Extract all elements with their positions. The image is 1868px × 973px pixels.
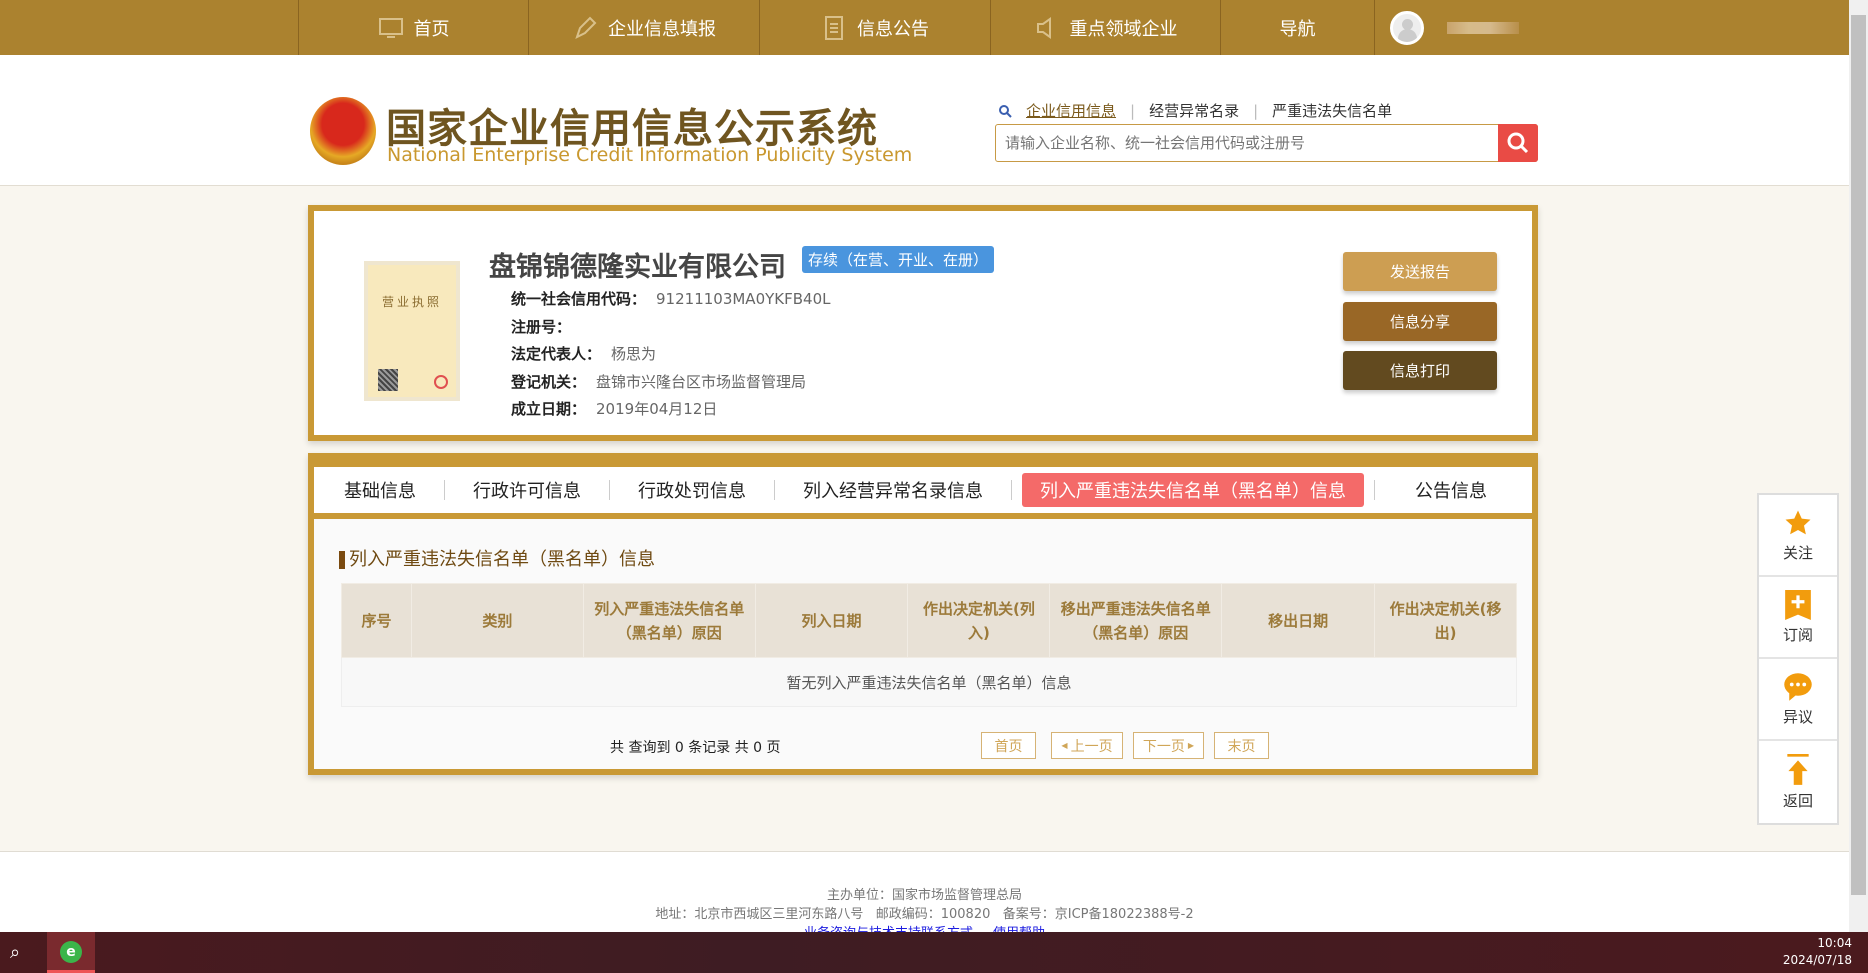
pen-icon [575,16,597,39]
nav-label: 企业信息填报 [608,18,716,40]
company-summary-card: 营业执照 盘锦锦德隆实业有限公司 存续（在营、开业、在册） 统一社会信用代码： 9… [308,205,1538,441]
site-title-en: National Enterprise Credit Information P… [387,144,913,166]
empty-message: 暂无列入严重违法失信名单（黑名单）信息 [341,657,1517,707]
send-report-button[interactable]: 发送报告 [1343,252,1497,291]
nav-navigation[interactable]: 导航 [1220,0,1375,55]
footer: 主办单位：国家市场监督管理总局 地址：北京市西城区三里河东路八号 邮政编码：10… [0,851,1849,941]
reg-number-row: 注册号： [511,318,572,336]
search-icon [999,104,1012,118]
browser-taskbar-button[interactable]: e [47,932,95,973]
speaker-icon [1036,16,1051,39]
nav-key-sectors[interactable]: 重点领域企业 [990,0,1220,55]
subscribe-button[interactable]: 订阅 [1759,577,1837,659]
document-icon [825,15,843,40]
last-page-button[interactable]: 末页 [1214,732,1269,759]
column-header: 列入日期 [754,583,909,658]
established-date-row: 成立日期： 2019年04月12日 [511,400,718,418]
caret-left-icon: ◀ [1061,741,1068,750]
section-title: 列入严重违法失信名单（黑名单）信息 [339,551,655,569]
follow-button[interactable]: 关注 [1759,495,1837,577]
bookmark-plus-icon [1785,589,1811,620]
legal-rep-row: 法定代表人： 杨思为 [511,345,657,363]
company-name: 盘锦锦德隆实业有限公司 [489,252,786,283]
blacklist-table: 序号 类别 列入严重违法失信名单（黑名单）原因 列入日期 作出决定机关(列入) … [341,583,1517,707]
username-blurred [1447,22,1519,34]
search-icon [1507,132,1529,154]
tab-abnormal-list[interactable]: 列入经营异常名录信息 [785,473,1001,507]
detail-tabs: 基础信息 行政许可信息 行政处罚信息 列入经营异常名录信息 列入严重违法失信名单… [314,459,1532,519]
site-header [0,55,1849,186]
nav-label: 导航 [1279,18,1316,40]
search-icon[interactable]: ⌕ [10,942,20,963]
star-icon [1785,510,1811,534]
back-to-top-icon [1787,753,1809,785]
vertical-scrollbar[interactable] [1849,0,1868,932]
search-link-credit[interactable]: 企业信用信息 [1026,100,1116,121]
tab-blacklist[interactable]: 列入严重违法失信名单（黑名单）信息 [1022,473,1364,507]
monitor-icon [378,17,403,38]
column-header: 移出日期 [1221,583,1376,658]
top-nav: 首页 企业信息填报 信息公告 重点领域企业 导航 [0,0,1849,55]
browser-icon: e [60,941,82,963]
details-card: 基础信息 行政许可信息 行政处罚信息 列入经营异常名录信息 列入严重违法失信名单… [308,453,1538,775]
tab-admin-penalty[interactable]: 行政处罚信息 [620,473,764,507]
nav-home[interactable]: 首页 [298,0,528,55]
back-to-top-button[interactable]: 返回 [1759,741,1837,823]
chat-icon [1784,672,1812,701]
reg-authority-row: 登记机关： 盘锦市兴隆台区市场监督管理局 [511,373,807,391]
search-input[interactable] [996,125,1491,161]
user-avatar[interactable] [1390,11,1424,45]
nav-enterprise-report[interactable]: 企业信息填报 [528,0,759,55]
pagination-summary: 共 查询到 0 条记录 共 0 页 [610,740,781,756]
business-license-image[interactable]: 营业执照 [364,261,460,401]
tab-announcement[interactable]: 公告信息 [1397,473,1505,507]
nav-label: 重点领域企业 [1069,18,1178,40]
share-info-button[interactable]: 信息分享 [1343,302,1497,341]
footer-sponsor: 主办单位：国家市场监督管理总局 [826,888,1022,903]
status-badge: 存续（在营、开业、在册） [802,246,995,273]
search-type-links: 企业信用信息 | 经营异常名录 | 严重违法失信名单 [998,100,1392,121]
column-header: 移出严重违法失信名单（黑名单）原因 [1049,583,1223,658]
nav-label: 信息公告 [857,18,929,40]
tab-admin-license[interactable]: 行政许可信息 [455,473,599,507]
objection-button[interactable]: 异议 [1759,659,1837,741]
table-row: 暂无列入严重违法失信名单（黑名单）信息 [341,657,1517,707]
search-box [995,124,1538,162]
scrollbar-thumb[interactable] [1851,15,1866,895]
prev-page-button[interactable]: ◀ 上一页 [1051,732,1123,759]
national-emblem-logo [310,97,376,165]
footer-address: 地址：北京市西城区三里河东路八号 邮政编码：100820 备案号：京ICP备18… [655,907,1194,922]
column-header: 列入严重违法失信名单（黑名单）原因 [582,583,756,658]
floating-toolbar: 关注 订阅 异议 返回 [1757,493,1839,825]
column-header: 类别 [410,583,584,658]
column-header: 序号 [341,583,412,658]
nav-announcement[interactable]: 信息公告 [759,0,990,55]
column-header: 作出决定机关(列入) [907,583,1051,658]
system-clock[interactable]: 10:04 2024/07/18 [1783,935,1852,969]
search-link-abnormal[interactable]: 经营异常名录 [1149,100,1239,121]
taskbar: ⌕ e 10:04 2024/07/18 [0,932,1868,973]
column-header: 作出决定机关(移出) [1374,583,1517,658]
search-link-blacklist[interactable]: 严重违法失信名单 [1272,100,1392,121]
first-page-button[interactable]: 首页 [981,732,1036,759]
nav-label: 首页 [413,18,450,40]
tab-basic-info[interactable]: 基础信息 [326,473,434,507]
table-header-row: 序号 类别 列入严重违法失信名单（黑名单）原因 列入日期 作出决定机关(列入) … [341,583,1517,658]
print-info-button[interactable]: 信息打印 [1343,351,1497,390]
search-button[interactable] [1498,124,1538,162]
next-page-button[interactable]: 下一页 ▶ [1133,732,1204,759]
caret-right-icon: ▶ [1187,741,1195,750]
credit-code-row: 统一社会信用代码： 91211103MA0YKFB40L [511,290,831,308]
